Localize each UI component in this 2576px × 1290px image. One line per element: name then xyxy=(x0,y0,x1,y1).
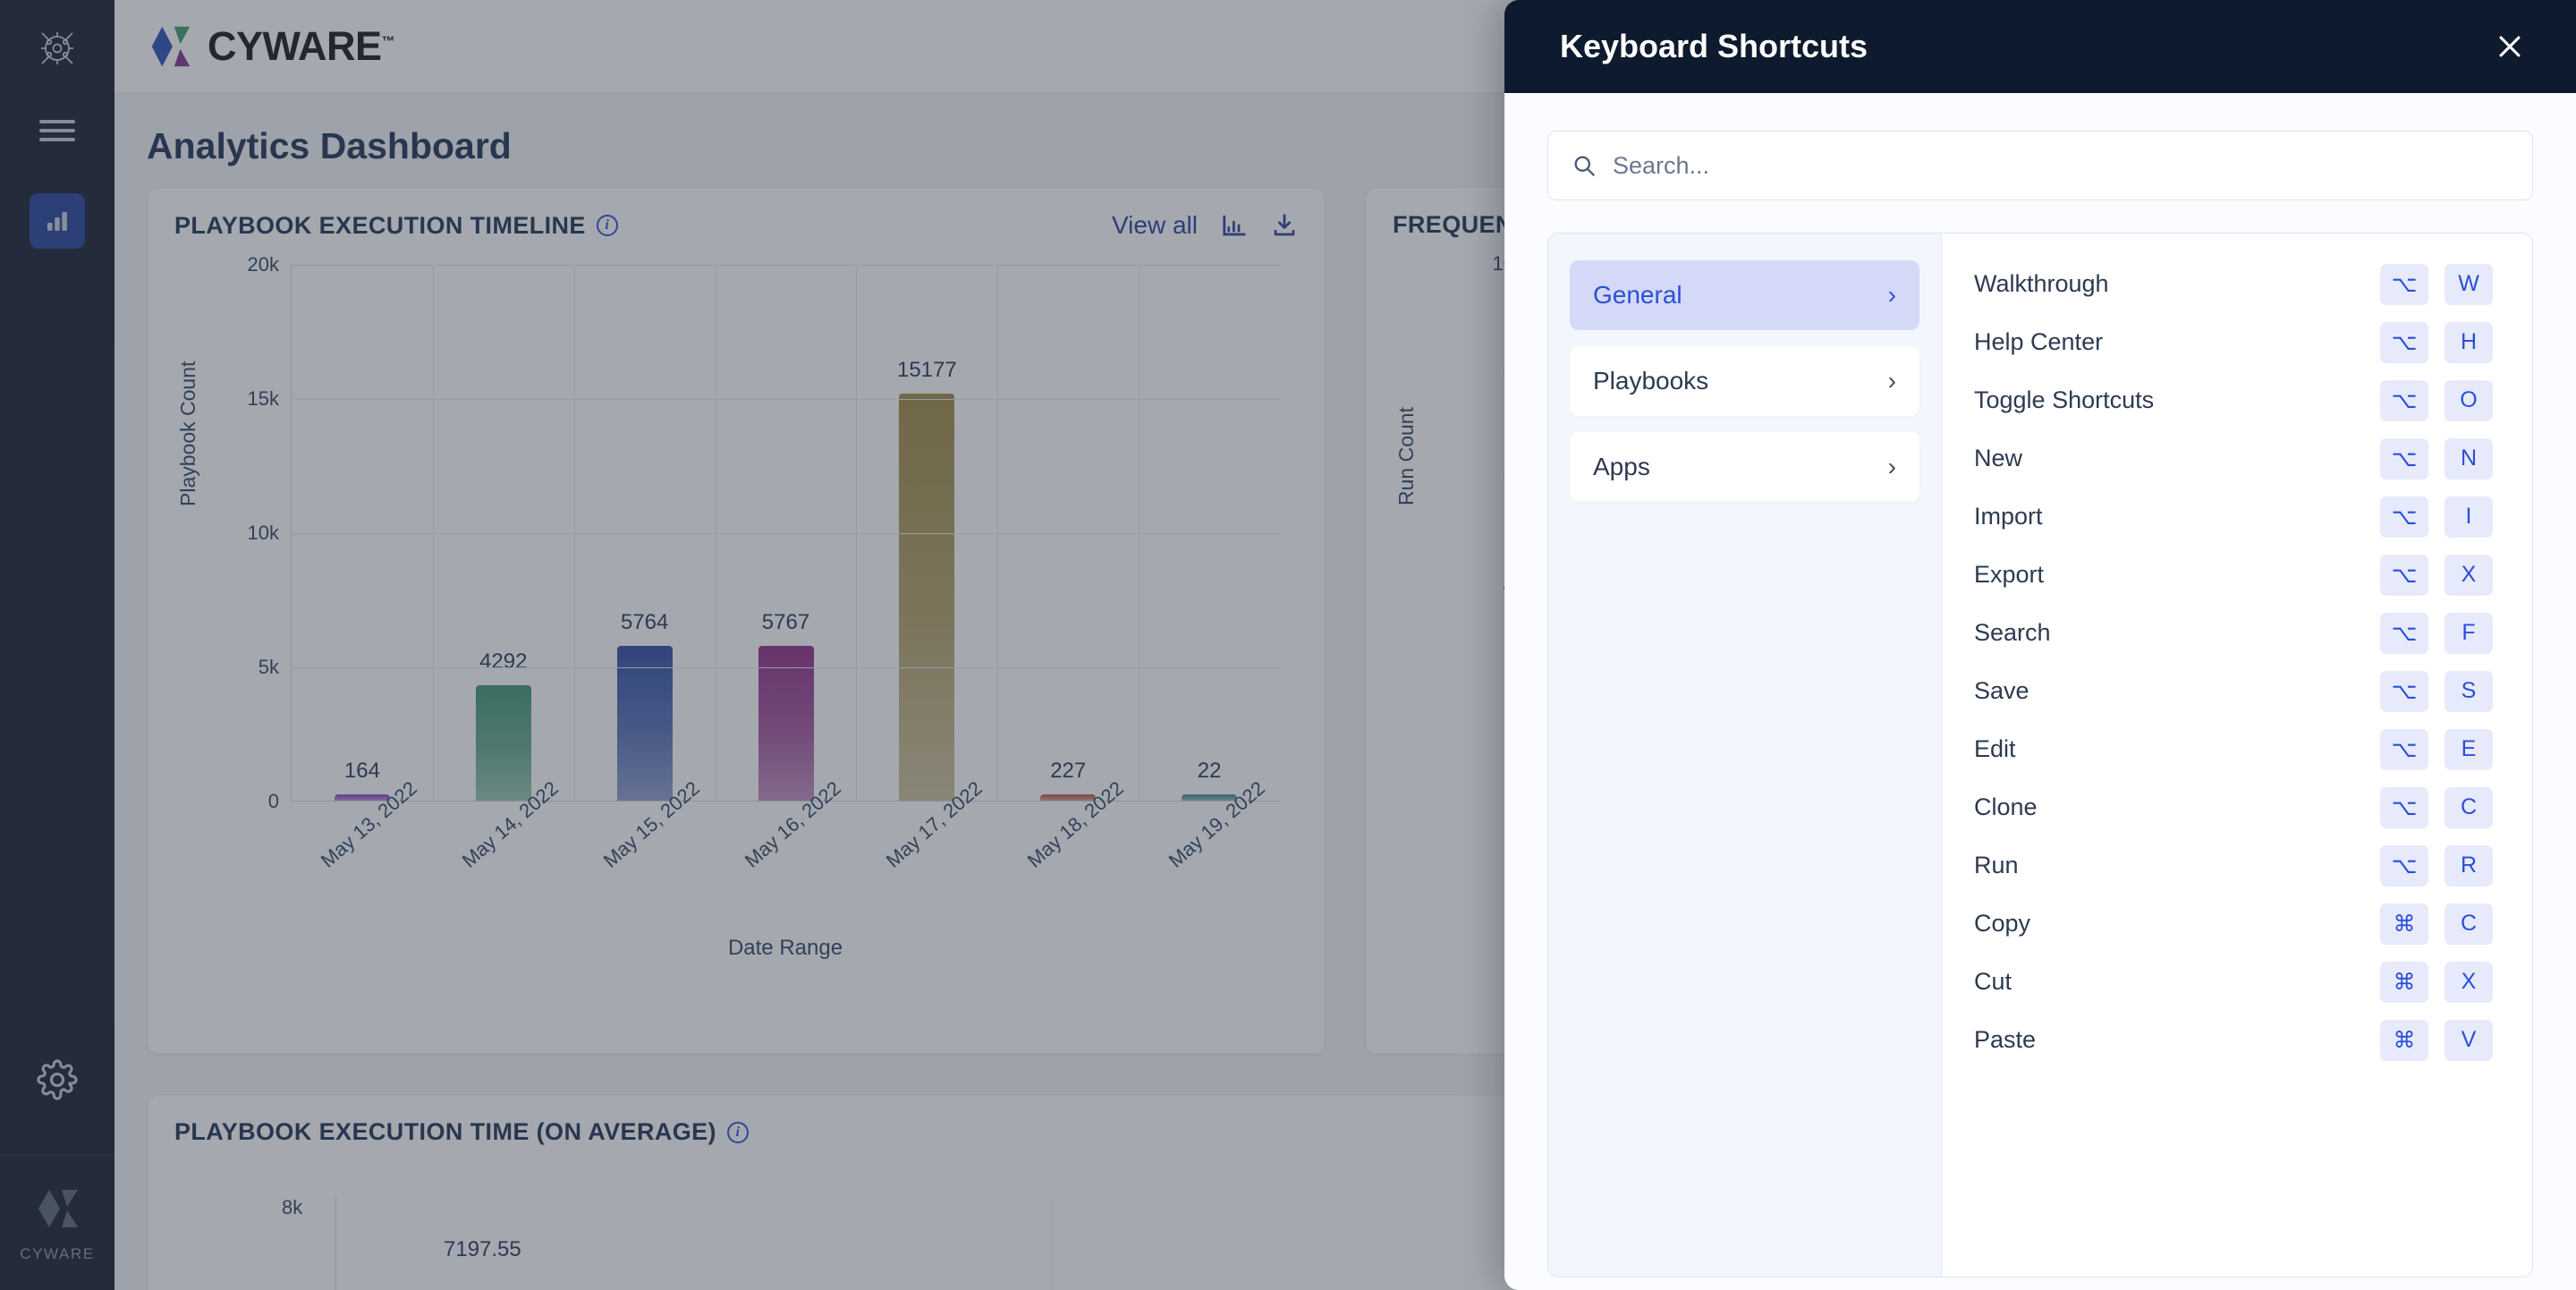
shortcut-label: Copy xyxy=(1974,910,2031,937)
shortcut-key-badge: S xyxy=(2445,670,2493,712)
shortcut-key-badge: ⌥ xyxy=(2380,844,2428,887)
shortcut-row: Help Center ⌥ H xyxy=(1974,313,2493,371)
chevron-right-icon: › xyxy=(1887,367,1896,395)
shortcut-key-badge: C xyxy=(2445,903,2493,945)
shortcut-key-badge: O xyxy=(2445,379,2493,421)
shortcut-label: Save xyxy=(1974,677,2029,704)
shortcut-key-badge: R xyxy=(2445,844,2493,887)
shortcut-keys: ⌥ E xyxy=(2380,728,2493,770)
modal-body: General›Playbooks›Apps› Walkthrough⌥WHel… xyxy=(1504,93,2576,1290)
shortcut-keys: ⌥ I xyxy=(2380,496,2493,538)
close-icon[interactable] xyxy=(2487,23,2533,70)
shortcut-label: Toggle Shortcuts xyxy=(1974,386,2155,413)
shortcut-key-badge: ⌥ xyxy=(2380,437,2428,480)
shortcut-label: Help Center xyxy=(1974,328,2104,355)
chevron-right-icon: › xyxy=(1887,281,1896,309)
shortcut-label: Clone xyxy=(1974,794,2038,820)
shortcut-key-badge: W xyxy=(2445,263,2493,305)
shortcut-key-badge: X xyxy=(2445,961,2493,1003)
shortcut-key-badge: ⌥ xyxy=(2380,321,2428,363)
shortcut-list: Walkthrough ⌥ W Help Center ⌥ H Toggle Shortcu… xyxy=(1942,233,2532,1277)
shortcut-key-badge: ⌥ xyxy=(2380,612,2428,654)
search-icon xyxy=(1572,153,1597,178)
shortcut-label: Run xyxy=(1974,852,2019,878)
shortcut-key-badge: ⌘ xyxy=(2380,961,2428,1003)
shortcut-category-general[interactable]: General › xyxy=(1570,260,1919,330)
shortcut-row: Edit ⌥ E xyxy=(1974,720,2493,778)
shortcut-key-badge: C xyxy=(2445,786,2493,828)
shortcut-label: Import xyxy=(1974,503,2043,530)
shortcut-key-badge: E xyxy=(2445,728,2493,770)
shortcut-keys: ⌥ H xyxy=(2380,321,2493,363)
modal-header: Keyboard Shortcuts xyxy=(1504,0,2576,93)
shortcut-label: Cut xyxy=(1974,968,2012,995)
shortcut-keys: ⌥ F xyxy=(2380,612,2493,654)
shortcut-row: Walkthrough ⌥ W xyxy=(1974,255,2493,313)
shortcut-key-badge: ⌥ xyxy=(2380,496,2428,538)
shortcut-keys: ⌥ C xyxy=(2380,786,2493,828)
shortcut-row: New ⌥ N xyxy=(1974,429,2493,488)
shortcut-keys: ⌘ X xyxy=(2380,961,2493,1003)
chevron-right-icon: › xyxy=(1887,453,1896,480)
shortcut-category-label: Playbooks xyxy=(1593,367,1709,395)
shortcut-label: Paste xyxy=(1974,1026,2037,1053)
shortcut-key-badge: V xyxy=(2445,1019,2493,1061)
shortcut-key-badge: F xyxy=(2445,612,2493,654)
shortcut-row: Run ⌥ R xyxy=(1974,836,2493,895)
shortcut-label: New xyxy=(1974,445,2023,471)
modal-title: Keyboard Shortcuts xyxy=(1560,28,1868,64)
app-root: CYWARE CYWARE™ Analytics Dashboard PLAYB… xyxy=(0,0,2576,1290)
shortcut-key-badge: ⌥ xyxy=(2380,379,2428,421)
shortcut-row: Copy ⌘ C xyxy=(1974,895,2493,953)
shortcut-label: Search xyxy=(1974,619,2051,646)
shortcut-row: Clone ⌥ C xyxy=(1974,778,2493,836)
shortcut-key-badge: H xyxy=(2445,321,2493,363)
shortcut-key-badge: ⌥ xyxy=(2380,728,2428,770)
shortcut-row: Cut ⌘ X xyxy=(1974,953,2493,1011)
shortcut-keys: ⌥ X xyxy=(2380,554,2493,596)
shortcut-row: Toggle Shortcuts ⌥ O xyxy=(1974,371,2493,429)
shortcut-category-label: Apps xyxy=(1593,453,1650,480)
shortcuts-panes: General › Playbooks › Apps › Walkthrough ⌥ W Hel… xyxy=(1547,233,2533,1277)
shortcut-keys: ⌥ S xyxy=(2380,670,2493,712)
shortcut-label: Export xyxy=(1974,561,2045,588)
shortcut-row: Save ⌥ S xyxy=(1974,662,2493,720)
shortcut-key-badge: N xyxy=(2445,437,2493,480)
shortcut-key-badge: I xyxy=(2445,496,2493,538)
shortcut-row: Export ⌥ X xyxy=(1974,546,2493,604)
shortcut-label: Walkthrough xyxy=(1974,270,2109,297)
shortcut-row: Paste ⌘ V xyxy=(1974,1011,2493,1069)
shortcut-row: Import ⌥ I xyxy=(1974,488,2493,546)
shortcut-category-apps[interactable]: Apps › xyxy=(1570,432,1919,502)
shortcut-keys: ⌘ V xyxy=(2380,1019,2493,1061)
shortcut-keys: ⌥ N xyxy=(2380,437,2493,480)
shortcut-key-badge: ⌘ xyxy=(2380,903,2428,945)
shortcut-key-badge: ⌘ xyxy=(2380,1019,2428,1061)
shortcut-keys: ⌥ O xyxy=(2380,379,2493,421)
shortcut-label: Edit xyxy=(1974,735,2016,762)
shortcut-key-badge: ⌥ xyxy=(2380,670,2428,712)
search-input[interactable] xyxy=(1613,151,2509,180)
shortcut-keys: ⌥ W xyxy=(2380,263,2493,305)
shortcut-category-list: General › Playbooks › Apps › xyxy=(1548,233,1942,1277)
shortcut-keys: ⌥ R xyxy=(2380,844,2493,887)
shortcut-key-badge: ⌥ xyxy=(2380,263,2428,305)
shortcut-category-playbooks[interactable]: Playbooks › xyxy=(1570,346,1919,416)
keyboard-shortcuts-modal: Keyboard Shortcuts General›Playbooks›App… xyxy=(1504,0,2576,1290)
shortcut-key-badge: ⌥ xyxy=(2380,786,2428,828)
shortcut-key-badge: ⌥ xyxy=(2380,554,2428,596)
shortcut-category-label: General xyxy=(1593,281,1682,309)
shortcut-key-badge: X xyxy=(2445,554,2493,596)
shortcut-keys: ⌘ C xyxy=(2380,903,2493,945)
search-box[interactable] xyxy=(1547,131,2533,200)
shortcut-row: Search ⌥ F xyxy=(1974,604,2493,662)
